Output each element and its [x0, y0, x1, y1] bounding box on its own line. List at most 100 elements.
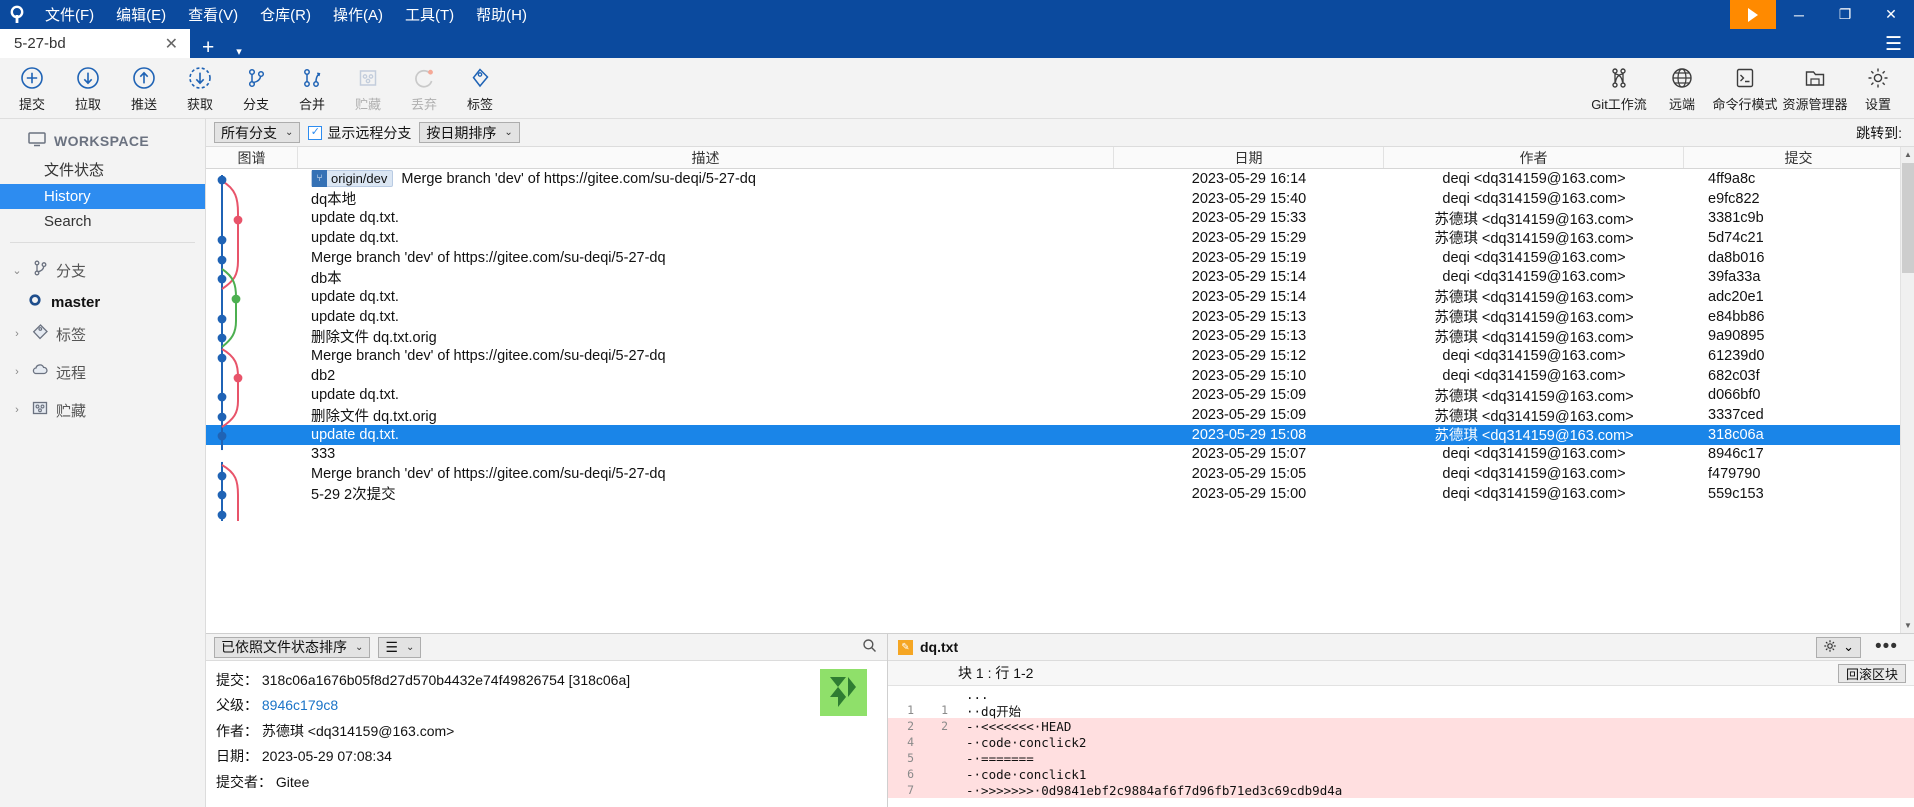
table-row[interactable]: db本 2023-05-29 15:14 deqi <dq314159@163.co…	[206, 267, 1914, 287]
add-tab-icon[interactable]: +	[190, 37, 226, 58]
tag-button[interactable]: 标签	[452, 59, 508, 117]
close-button[interactable]: ✕	[1868, 0, 1914, 29]
toolbar-left-group: 提交 拉取 推送 获取 分支 合并 贮藏 丢弃 标签	[0, 59, 508, 117]
sidebar-tree-remotes[interactable]: › 远程	[0, 353, 205, 391]
table-row[interactable]: update dq.txt. 2023-05-29 15:09 苏德琪 <dq314…	[206, 386, 1914, 406]
commit-description-cell: dq本地	[298, 189, 1114, 209]
settings-button[interactable]: 设置	[1850, 59, 1906, 117]
table-row[interactable]: ⑂ origin/dev Merge branch 'dev' of https:/…	[206, 169, 1914, 189]
branch-button[interactable]: 分支	[228, 59, 284, 117]
sidebar-item-search[interactable]: Search	[0, 209, 205, 234]
menu-item-repository[interactable]: 仓库(R)	[249, 0, 322, 29]
pull-button[interactable]: 拉取	[60, 59, 116, 117]
sidebar-tree-branches[interactable]: ⌄ 分支	[0, 251, 205, 289]
run-button[interactable]	[1730, 0, 1776, 29]
discard-button[interactable]: 丢弃	[396, 59, 452, 117]
commit-table-body[interactable]: ⑂ origin/dev Merge branch 'dev' of https:/…	[206, 169, 1914, 633]
tab-close-icon[interactable]: ✕	[159, 34, 184, 54]
sidebar-item-file-status[interactable]: 文件状态	[0, 155, 205, 184]
menu-item-help[interactable]: 帮助(H)	[465, 0, 538, 29]
scroll-down-icon[interactable]: ▼	[1901, 618, 1914, 633]
show-remote-branches-checkbox[interactable]: ✓ 显示远程分支	[308, 123, 411, 143]
commit-author-cell: deqi <dq314159@163.com>	[1442, 269, 1626, 286]
commit-author-cell: 苏德琪 <dq314159@163.com>	[1434, 231, 1634, 248]
stash-icon	[30, 398, 50, 422]
remote-button[interactable]: 远端	[1654, 59, 1710, 117]
rollback-hunk-button[interactable]: 回滚区块	[1837, 663, 1906, 683]
push-button[interactable]: 推送	[116, 59, 172, 117]
diff-file-chip[interactable]: ✎ dq.txt	[898, 639, 958, 655]
fetch-button[interactable]: 获取	[172, 59, 228, 117]
commit-description-cell: ⑂ origin/dev Merge branch 'dev' of https:/…	[298, 169, 1114, 189]
menu-item-view[interactable]: 查看(V)	[177, 0, 249, 29]
table-row[interactable]: 删除文件 dq.txt.orig 2023-05-29 15:09 苏德琪 <dq3…	[206, 405, 1914, 425]
merge-button[interactable]: 合并	[284, 59, 340, 117]
commit-date-cell: 2023-05-29 15:13	[1191, 308, 1307, 325]
detail-committer-row: 提交者： Gitee	[216, 770, 877, 795]
commit-table-scrollbar[interactable]: ▲ ▼	[1900, 147, 1914, 633]
commit-author-cell: deqi <dq314159@163.com>	[1442, 190, 1626, 207]
diff-more-options-icon[interactable]: •••	[1869, 636, 1904, 658]
menu-item-file[interactable]: 文件(F)	[34, 0, 105, 29]
sidebar-item-history[interactable]: History	[0, 184, 205, 209]
column-header-date[interactable]: 日期	[1114, 147, 1384, 168]
stash-button[interactable]: 贮藏	[340, 59, 396, 117]
scroll-up-icon[interactable]: ▲	[1901, 147, 1914, 162]
table-row[interactable]: 333 2023-05-29 15:07 deqi <dq314159@163.co…	[206, 445, 1914, 465]
commit-hash-cell: 682c03f	[1708, 367, 1760, 384]
file-sort-dropdown[interactable]: 已依照文件状态排序 ⌄	[214, 636, 371, 658]
commit-description-text: update dq.txt.	[311, 387, 399, 404]
table-row[interactable]: dq本地 2023-05-29 15:40 deqi <dq314159@163.c…	[206, 189, 1914, 209]
table-row[interactable]: update dq.txt. 2023-05-29 15:08 苏德琪 <dq314…	[206, 424, 1914, 445]
table-row[interactable]: db2 2023-05-29 15:10 deqi <dq314159@163.co…	[206, 366, 1914, 386]
commit-button[interactable]: 提交	[4, 59, 60, 117]
detail-parent-value[interactable]: 8946c179c8	[262, 697, 338, 713]
menu-item-edit[interactable]: 编辑(E)	[105, 0, 177, 29]
table-row[interactable]: update dq.txt. 2023-05-29 15:13 苏德琪 <dq314…	[206, 307, 1914, 327]
table-row[interactable]: update dq.txt. 2023-05-29 15:29 苏德琪 <dq314…	[206, 228, 1914, 248]
sort-dropdown[interactable]: 按日期排序 ⌄	[419, 122, 520, 143]
explorer-button[interactable]: 资源管理器	[1780, 59, 1850, 117]
diff-line: 6 -·code·conclick1	[888, 766, 1914, 782]
table-row[interactable]: Merge branch 'dev' of https://gitee.com/…	[206, 464, 1914, 484]
search-icon[interactable]	[862, 638, 877, 656]
app-menu-icon[interactable]: ☰	[1885, 33, 1902, 56]
globe-icon	[1669, 64, 1695, 92]
tab-list-chevron-down-icon[interactable]: ▾	[226, 45, 252, 58]
diff-line: 1 1 ··dq开始	[888, 702, 1914, 719]
maximize-button[interactable]: ❐	[1822, 0, 1868, 29]
diff-settings-button[interactable]: ⌄	[1816, 636, 1862, 658]
tab-5-27-bd[interactable]: 5-27-bd ✕	[0, 29, 190, 58]
branch-icon	[30, 258, 50, 282]
commit-hash-cell: f479790	[1708, 466, 1761, 483]
commit-graph-cell	[206, 464, 298, 484]
menu-item-tools[interactable]: 工具(T)	[394, 0, 465, 29]
avatar	[820, 669, 867, 716]
diff-lines[interactable]: ... 1 1 ··dq开始 2 2 -·<<<<<<<·HEAD 4 -·code·concl…	[888, 686, 1914, 807]
menu-item-actions[interactable]: 操作(A)	[322, 0, 394, 29]
fetch-dashed-circle-icon	[187, 64, 213, 92]
diff-old-line-number: 6	[907, 767, 914, 781]
column-header-author[interactable]: 作者	[1384, 147, 1684, 168]
table-row[interactable]: update dq.txt. 2023-05-29 15:14 苏德琪 <dq314…	[206, 287, 1914, 307]
minimize-button[interactable]: ─	[1776, 0, 1822, 29]
table-row[interactable]: 5-29 2次提交 2023-05-29 15:00 deqi <dq314159@…	[206, 484, 1914, 504]
sidebar-tree-stashes[interactable]: › 贮藏	[0, 391, 205, 429]
branch-filter-dropdown[interactable]: 所有分支 ⌄	[214, 122, 301, 143]
sidebar-tree-tags[interactable]: › 标签	[0, 315, 205, 353]
gitflow-button[interactable]: Git工作流	[1584, 59, 1654, 117]
table-row[interactable]: Merge branch 'dev' of https://gitee.com/…	[206, 346, 1914, 366]
sidebar-branch-master[interactable]: master	[0, 289, 205, 315]
tag-label: 标签	[466, 96, 493, 112]
table-row[interactable]: 删除文件 dq.txt.orig 2023-05-29 15:13 苏德琪 <dq3…	[206, 327, 1914, 347]
column-header-graph[interactable]: 图谱	[206, 147, 298, 168]
table-row[interactable]: update dq.txt. 2023-05-29 15:33 苏德琪 <dq314…	[206, 208, 1914, 228]
column-header-description[interactable]: 描述	[298, 147, 1114, 168]
table-row[interactable]: Merge branch 'dev' of https://gitee.com/…	[206, 248, 1914, 268]
commit-description-cell: db2	[298, 366, 1114, 386]
branch-ref-tag[interactable]: ⑂ origin/dev	[311, 170, 394, 188]
scrollbar-thumb[interactable]	[1902, 163, 1914, 273]
column-header-commit[interactable]: 提交	[1684, 147, 1914, 168]
view-mode-dropdown[interactable]: ☰ ⌄	[378, 636, 422, 658]
terminal-button[interactable]: 命令行模式	[1710, 59, 1780, 117]
